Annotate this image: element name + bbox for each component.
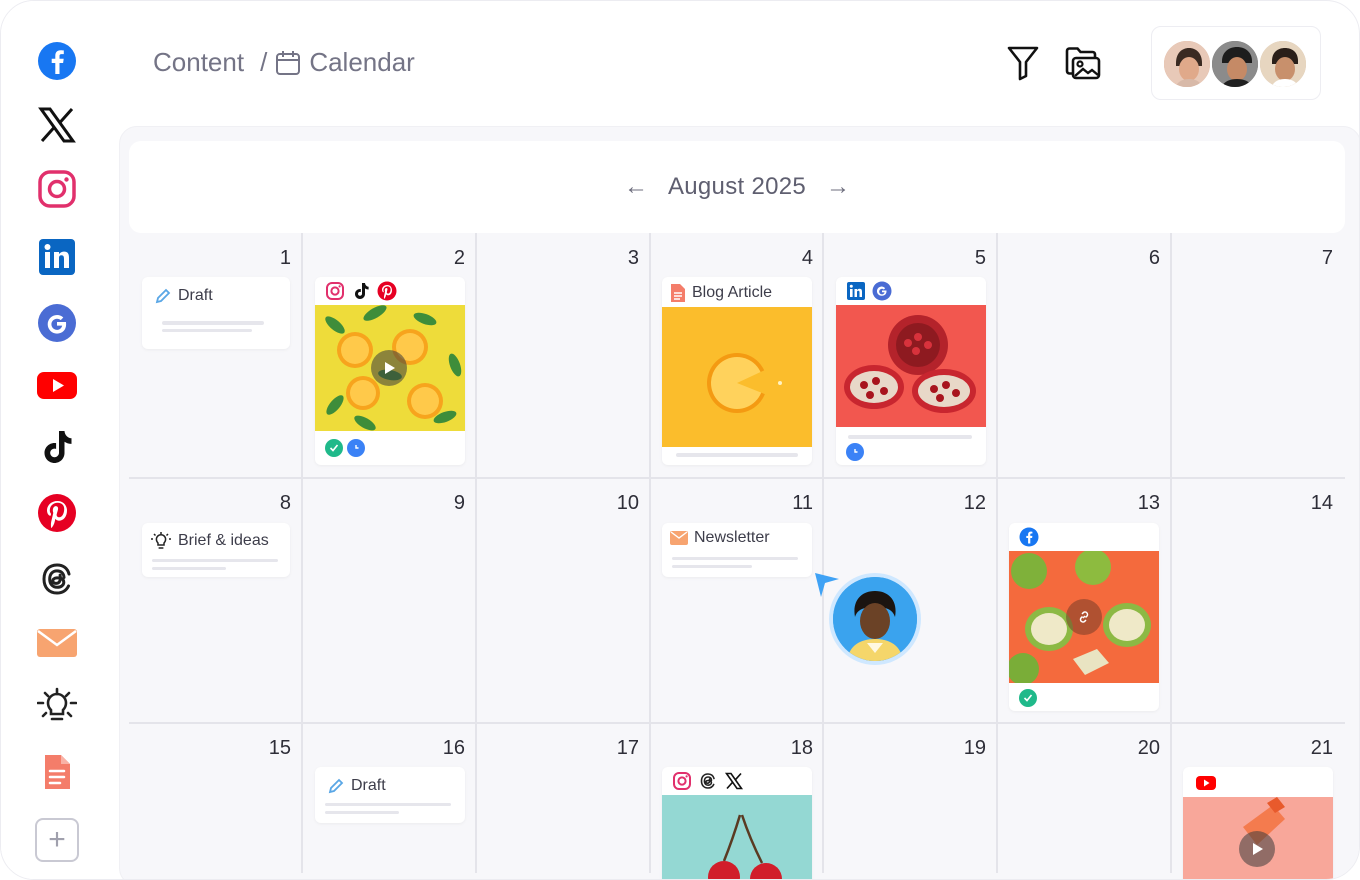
tiktok-icon <box>355 283 369 299</box>
prev-month-button[interactable]: ← <box>624 173 648 201</box>
tiktok-icon[interactable] <box>37 427 77 467</box>
collaborator-avatar[interactable] <box>829 573 921 665</box>
post-card-draft[interactable]: Draft <box>315 767 465 823</box>
avatar[interactable] <box>1258 39 1308 89</box>
pencil-icon <box>154 287 172 305</box>
facebook-icon[interactable] <box>37 41 77 81</box>
pinterest-icon[interactable] <box>37 493 77 533</box>
day-number: 7 <box>1321 247 1333 269</box>
post-card-cherries[interactable] <box>662 767 812 879</box>
day-number: 9 <box>453 492 465 514</box>
threads-icon[interactable] <box>37 559 77 599</box>
post-thumbnail <box>315 305 465 431</box>
calendar-grid: 1 2 3 4 5 6 7 8 9 10 11 12 13 14 15 16 1… <box>129 233 1345 879</box>
day-number: 16 <box>442 737 465 759</box>
month-title: August 2025 <box>667 173 807 200</box>
day-number: 3 <box>627 247 639 269</box>
facebook-icon <box>1019 527 1039 547</box>
card-label: Draft <box>351 777 386 794</box>
team-avatars[interactable] <box>1151 26 1321 100</box>
post-thumbnail <box>1009 551 1159 683</box>
instagram-icon <box>326 282 344 300</box>
post-card-youtube[interactable] <box>1183 767 1333 879</box>
link-icon[interactable] <box>1066 599 1102 635</box>
scheduled-clock-icon <box>347 439 365 457</box>
google-icon[interactable] <box>37 303 77 343</box>
breadcrumb-root[interactable]: Content <box>153 47 244 78</box>
post-card-newsletter[interactable]: Newsletter <box>662 523 812 577</box>
pinterest-icon <box>377 281 397 301</box>
post-card-draft[interactable]: Draft <box>142 277 290 349</box>
day-number: 20 <box>1137 737 1160 759</box>
day-number: 8 <box>279 492 291 514</box>
month-navigator: ← August 2025 → <box>129 141 1345 233</box>
day-number: 1 <box>279 247 291 269</box>
play-icon[interactable] <box>371 350 407 386</box>
post-card-blog-article[interactable]: Blog Article <box>662 277 812 465</box>
document-icon <box>670 283 686 303</box>
x-icon[interactable] <box>37 105 77 145</box>
platform-sidebar: + <box>1 1 113 879</box>
google-icon <box>872 281 892 301</box>
linkedin-icon[interactable] <box>37 237 77 277</box>
filter-icon <box>1007 46 1039 81</box>
youtube-icon <box>1196 776 1216 790</box>
avatar[interactable] <box>1210 39 1260 89</box>
calendar-icon <box>275 50 301 76</box>
day-number: 6 <box>1148 247 1160 269</box>
post-thumbnail <box>1183 797 1333 879</box>
avatar[interactable] <box>1162 39 1212 89</box>
day-number: 11 <box>792 492 813 514</box>
media-icon <box>1065 47 1101 80</box>
post-card-oranges[interactable] <box>315 277 465 465</box>
published-check-icon <box>1019 689 1037 707</box>
post-thumbnail <box>662 795 812 879</box>
post-thumbnail <box>836 305 986 427</box>
linkedin-icon <box>847 282 865 300</box>
scheduled-clock-icon <box>846 443 864 461</box>
filter-button[interactable] <box>1003 43 1043 83</box>
media-library-button[interactable] <box>1063 43 1103 83</box>
email-icon[interactable] <box>37 623 77 663</box>
instagram-icon <box>673 772 691 790</box>
add-icon[interactable]: + <box>35 818 79 862</box>
day-number: 14 <box>1310 492 1333 514</box>
published-check-icon <box>325 439 343 457</box>
card-label: Brief & ideas <box>178 532 269 549</box>
idea-icon[interactable] <box>37 686 77 726</box>
day-number: 10 <box>616 492 639 514</box>
day-number: 4 <box>801 247 813 269</box>
app-window: + Content / Calendar ← August 2025 → 1 2… <box>0 0 1360 880</box>
post-card-pomegranate[interactable] <box>836 277 986 465</box>
day-number: 2 <box>453 247 465 269</box>
document-icon[interactable] <box>37 752 77 792</box>
threads-icon <box>700 773 715 789</box>
pencil-icon <box>327 777 345 795</box>
day-number: 5 <box>974 247 986 269</box>
day-number: 13 <box>1137 492 1160 514</box>
card-label: Draft <box>178 287 213 304</box>
instagram-icon[interactable] <box>37 169 77 209</box>
day-number: 19 <box>963 737 986 759</box>
post-card-apples[interactable] <box>1009 523 1159 711</box>
post-card-brief[interactable]: Brief & ideas <box>142 523 290 577</box>
email-icon <box>670 531 688 545</box>
day-number: 12 <box>963 492 986 514</box>
idea-icon <box>150 531 172 551</box>
next-month-button[interactable]: → <box>826 173 850 201</box>
breadcrumb: Content / Calendar <box>153 47 415 78</box>
breadcrumb-current: Calendar <box>309 47 415 77</box>
breadcrumb-separator: / <box>260 47 268 77</box>
youtube-icon[interactable] <box>37 365 77 405</box>
post-thumbnail <box>662 307 812 447</box>
card-label: Newsletter <box>694 529 770 546</box>
day-number: 15 <box>268 737 291 759</box>
x-icon <box>724 772 744 790</box>
day-number: 18 <box>790 737 813 759</box>
card-label: Blog Article <box>692 284 773 301</box>
day-number: 17 <box>616 737 639 759</box>
day-number: 21 <box>1310 737 1333 759</box>
